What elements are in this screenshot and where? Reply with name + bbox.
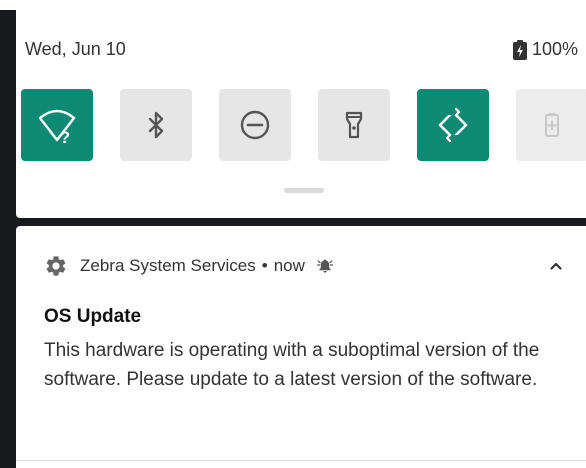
tile-wifi[interactable]: ? [21,89,93,161]
notification-body: This hardware is operating with a subopt… [44,340,540,390]
notification-app-name: Zebra System Services [80,256,256,275]
flashlight-icon [345,111,363,139]
tile-do-not-disturb[interactable] [219,89,291,161]
tile-battery-saver[interactable] [516,89,586,161]
gear-icon [46,256,66,276]
chevron-up-icon[interactable] [548,258,564,274]
notification-time: now [273,256,305,275]
tile-bluetooth[interactable] [120,89,192,161]
bluetooth-icon [148,111,164,139]
panel-drag-handle[interactable] [284,188,324,193]
notification-divider [16,460,586,461]
auto-rotate-icon [438,107,468,143]
battery-saver-icon [545,113,559,137]
status-date: Wed, Jun 10 [25,39,126,59]
bell-icon [316,259,333,273]
svg-text:?: ? [60,128,70,145]
tile-auto-rotate[interactable] [417,89,489,161]
battery-full-icon [512,39,527,60]
tile-flashlight[interactable] [318,89,390,161]
battery-percent: 100% [531,39,578,59]
screen-top-edge [0,0,586,10]
do-not-disturb-icon [240,110,270,140]
status-battery: 100% [512,39,578,60]
notification-header: Zebra System Services • now [44,254,333,278]
quick-settings-panel: Wed, Jun 10 100% ? [16,10,586,218]
notification-card[interactable]: Zebra System Services • now OS Update Th… [16,226,586,468]
wifi-unknown-icon: ? [38,109,76,145]
notification-separator: • [261,256,268,275]
notification-title: OS Update [44,306,142,327]
